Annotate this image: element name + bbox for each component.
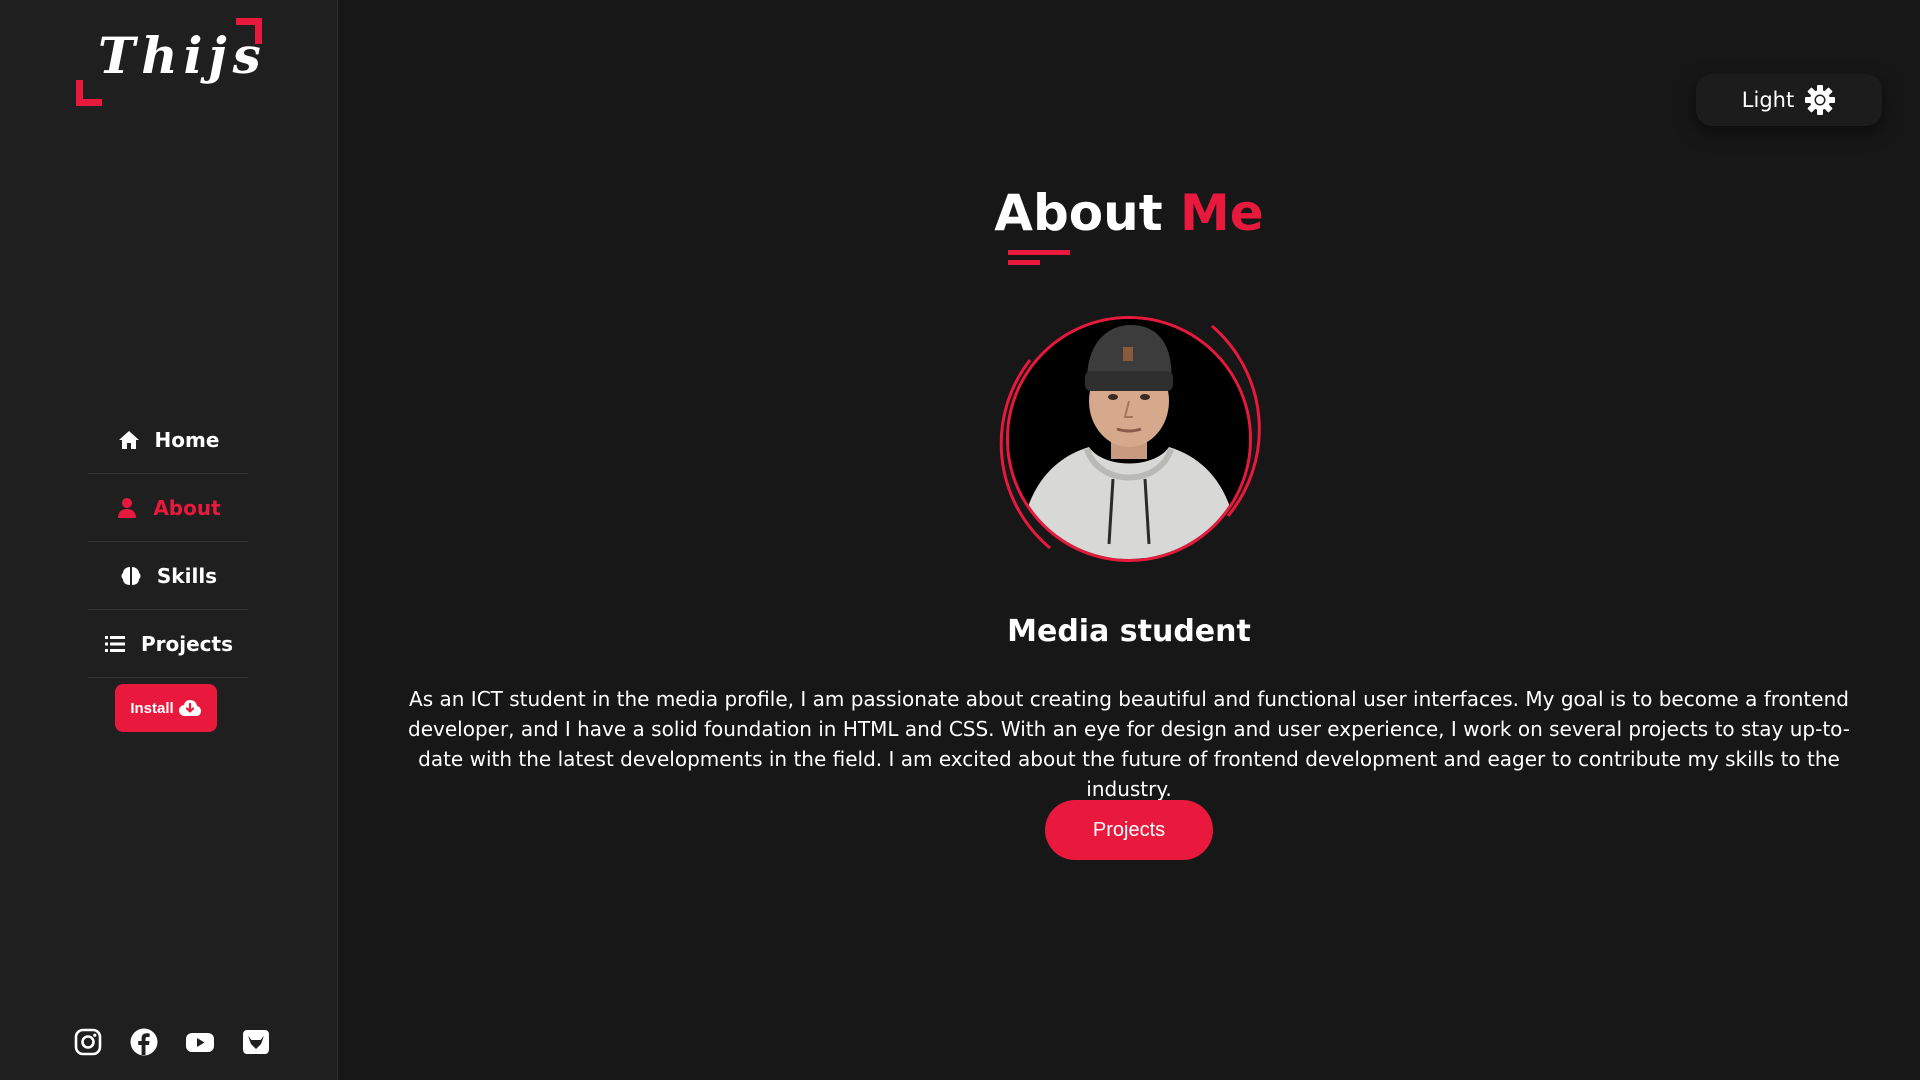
sidebar-item-home[interactable]: Home: [88, 406, 248, 474]
about-section: About Me Media student As an ICT student…: [338, 0, 1920, 1080]
facebook-icon[interactable]: [128, 1026, 160, 1058]
install-button[interactable]: Install: [115, 684, 217, 732]
title-underline: [1008, 250, 1070, 265]
sidebar-item-label: About: [153, 495, 221, 520]
sidebar-nav: Home About Skills Projects: [88, 406, 248, 678]
social-links: [72, 1026, 272, 1058]
user-icon: [115, 496, 139, 520]
sidebar: Thijs Home About Skills Projects Install: [0, 0, 338, 1080]
home-icon: [117, 428, 141, 452]
projects-button[interactable]: Projects: [1045, 800, 1213, 860]
cloud-download-icon: [178, 700, 201, 716]
brain-icon: [119, 564, 143, 588]
sidebar-item-label: Skills: [156, 563, 218, 588]
about-description: As an ICT student in the media profile, …: [408, 687, 1850, 801]
list-icon: [103, 632, 127, 656]
gitlab-icon[interactable]: [240, 1026, 272, 1058]
logo-text: Thijs: [98, 26, 267, 85]
profile-photo: [1006, 316, 1252, 562]
page-title: About Me: [338, 178, 1920, 248]
sidebar-item-label: Projects: [140, 631, 233, 656]
role-title: Media student: [1007, 614, 1251, 649]
sidebar-item-label: Home: [154, 427, 220, 452]
title-word-me: Me: [1180, 184, 1264, 242]
person-portrait-image: [1009, 319, 1249, 559]
instagram-icon[interactable]: [72, 1026, 104, 1058]
logo[interactable]: Thijs: [74, 16, 264, 108]
install-label: Install: [130, 699, 174, 717]
sidebar-item-projects[interactable]: Projects: [88, 610, 248, 678]
title-word-about: About: [994, 184, 1163, 242]
youtube-icon[interactable]: [184, 1026, 216, 1058]
sidebar-item-skills[interactable]: Skills: [88, 542, 248, 610]
sidebar-item-about[interactable]: About: [88, 474, 248, 542]
profile-photo-frame: [990, 312, 1268, 564]
